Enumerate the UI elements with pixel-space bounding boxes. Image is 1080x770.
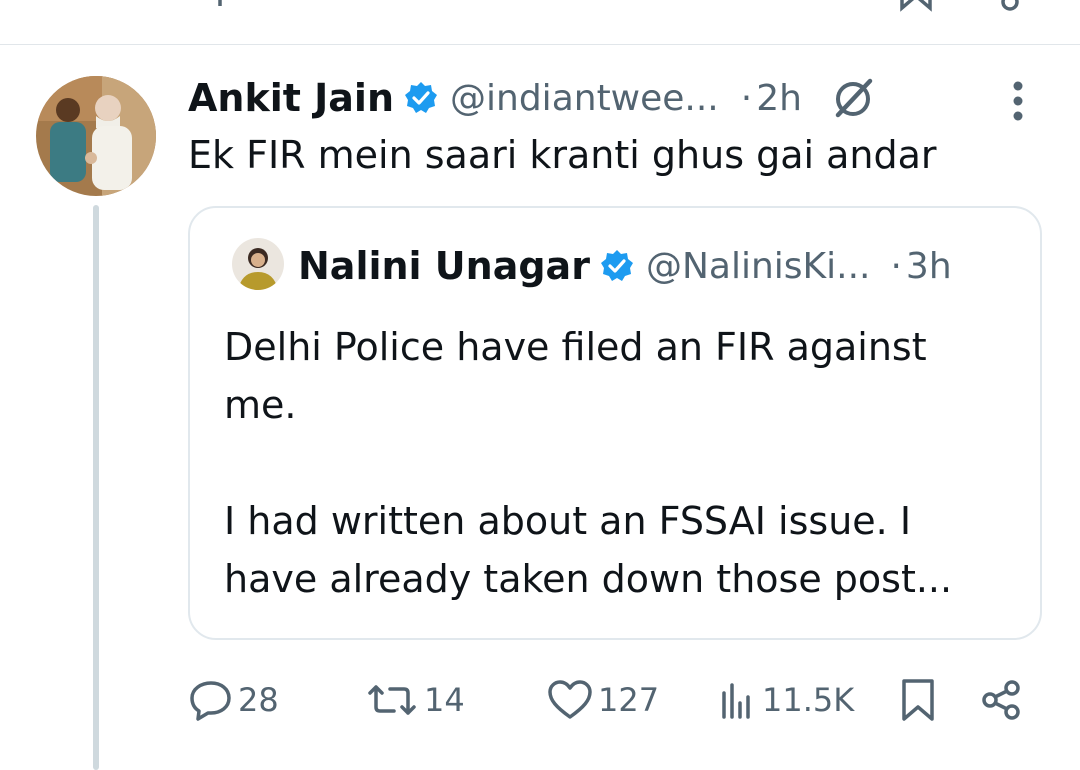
views-button[interactable]: 11.5K (718, 672, 854, 728)
views-icon (722, 683, 750, 719)
bookmark-icon (902, 679, 934, 721)
reply-button[interactable]: 28 (188, 672, 279, 728)
share-icon (982, 680, 1020, 720)
tweet-actions: 28 14 127 11.5K (0, 672, 1080, 728)
repost-icon[interactable] (368, 0, 448, 10)
tweet-text: Ek FIR mein saari kranti ghus gai andar (188, 133, 937, 177)
previous-tweet-actions (0, 0, 1080, 44)
share-button[interactable] (978, 672, 1024, 728)
share-icon[interactable] (996, 0, 1036, 14)
repost-icon (368, 685, 416, 715)
separator-dot: · (740, 77, 753, 119)
divider (0, 44, 1080, 45)
grok-icon[interactable] (830, 75, 876, 121)
views-icon[interactable] (720, 0, 830, 10)
quoted-tweet[interactable]: Nalini Unagar @NalinisKi... · 3h Delhi P… (188, 206, 1042, 640)
separator-dot: · (890, 245, 902, 287)
author-handle[interactable]: @indiantwee... (450, 78, 719, 119)
tweet-header: Ankit Jain @indiantwee... · 2h (188, 70, 876, 126)
reply-icon[interactable] (190, 0, 230, 10)
bookmark-icon[interactable] (898, 0, 938, 14)
more-icon[interactable] (1010, 80, 1026, 126)
bookmark-button[interactable] (898, 672, 938, 728)
quoted-author-handle[interactable]: @NalinisKi... (646, 246, 871, 287)
like-count: 127 (598, 681, 660, 719)
timestamp[interactable]: 2h (756, 78, 802, 119)
quoted-timestamp[interactable]: 3h (906, 246, 952, 287)
quoted-paragraph-2: I had written about an FSSAI issue. I ha… (224, 499, 953, 601)
like-icon (548, 680, 592, 719)
quoted-author-avatar[interactable] (232, 238, 284, 290)
author-name[interactable]: Ankit Jain (188, 76, 394, 120)
verified-badge-icon (600, 249, 634, 283)
like-button[interactable]: 127 (546, 672, 659, 728)
reply-count: 28 (238, 681, 279, 719)
views-count: 11.5K (762, 681, 855, 719)
author-avatar[interactable] (36, 76, 156, 196)
repost-button[interactable]: 14 (364, 672, 465, 728)
quoted-author-name[interactable]: Nalini Unagar (298, 244, 590, 288)
quoted-paragraph-1: Delhi Police have filed an FIR against m… (224, 325, 927, 427)
verified-badge-icon (404, 81, 438, 115)
like-icon[interactable] (550, 0, 640, 10)
quoted-tweet-text: Delhi Police have filed an FIR against m… (224, 318, 1004, 608)
quoted-tweet-header: Nalini Unagar @NalinisKi... · 3h (298, 238, 952, 294)
repost-count: 14 (424, 681, 465, 719)
reply-icon (190, 681, 231, 721)
